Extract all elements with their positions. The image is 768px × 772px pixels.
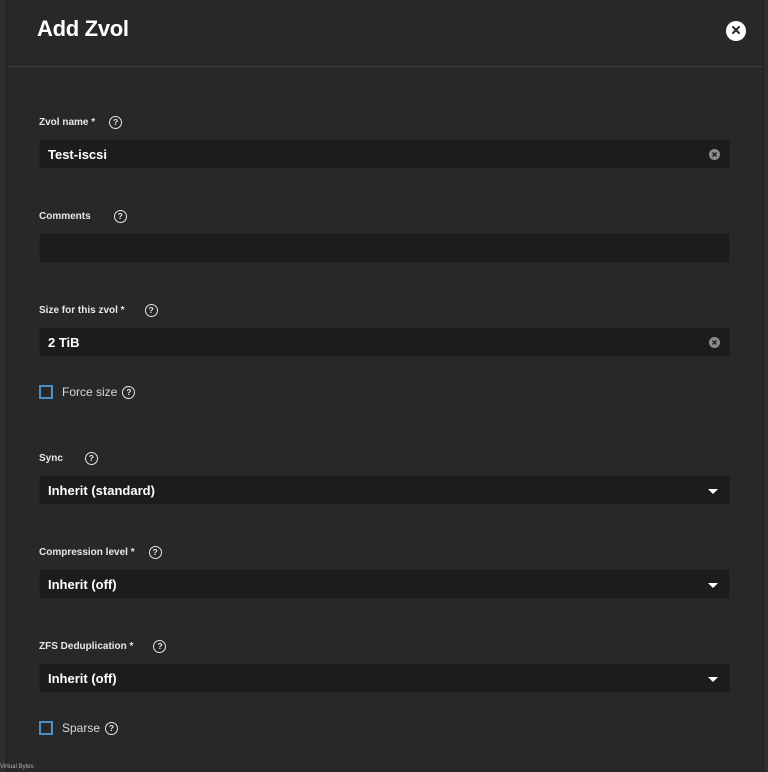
size-label: Size for this zvol * ? xyxy=(39,304,158,317)
close-icon xyxy=(731,22,741,40)
dedup-label-text: ZFS Deduplication * xyxy=(39,641,134,652)
size-value[interactable]: 2 TiB xyxy=(48,335,80,350)
help-icon[interactable]: ? xyxy=(109,116,123,129)
compression-label-text: Compression level * xyxy=(39,547,135,558)
size-label-text: Size for this zvol * xyxy=(39,305,125,316)
clear-icon[interactable] xyxy=(709,337,720,348)
dialog-header: Add Zvol xyxy=(7,0,763,67)
sparse-row: Sparse ? xyxy=(39,721,119,735)
comments-label: Comments ? xyxy=(39,210,127,223)
force-size-checkbox[interactable] xyxy=(39,385,53,399)
force-size-row: Force size ? xyxy=(39,385,136,399)
dedup-label: ZFS Deduplication * ? xyxy=(39,640,167,653)
dialog-title: Add Zvol xyxy=(37,16,129,41)
zvol-name-label: Zvol name * ? xyxy=(39,116,123,129)
compression-label: Compression level * ? xyxy=(39,546,162,559)
clear-icon[interactable] xyxy=(709,149,720,160)
help-icon[interactable]: ? xyxy=(113,210,127,223)
help-icon[interactable]: ? xyxy=(105,721,119,735)
sparse-checkbox[interactable] xyxy=(39,721,53,735)
caret-down-icon xyxy=(708,677,718,682)
sync-label-text: Sync xyxy=(39,453,63,464)
close-dialog-button[interactable] xyxy=(726,21,746,41)
help-icon[interactable]: ? xyxy=(144,304,158,317)
zvol-name-value[interactable]: Test-iscsi xyxy=(48,147,107,162)
help-icon[interactable]: ? xyxy=(84,452,98,465)
caret-down-icon xyxy=(708,583,718,588)
size-input[interactable]: 2 TiB xyxy=(39,327,730,357)
zvol-name-input[interactable]: Test-iscsi xyxy=(39,139,730,169)
sync-label: Sync ? xyxy=(39,452,98,465)
sync-select[interactable]: Inherit (standard) xyxy=(39,475,730,505)
sparse-label[interactable]: Sparse xyxy=(62,721,100,735)
dedup-select[interactable]: Inherit (off) xyxy=(39,663,730,693)
zvol-name-label-text: Zvol name * xyxy=(39,117,96,128)
help-icon[interactable]: ? xyxy=(122,385,136,399)
compression-value[interactable]: Inherit (off) xyxy=(48,577,117,592)
force-size-label[interactable]: Force size xyxy=(62,385,117,399)
compression-select[interactable]: Inherit (off) xyxy=(39,569,730,599)
caret-down-icon xyxy=(708,489,718,494)
comments-input[interactable] xyxy=(39,233,730,263)
comments-label-text: Comments xyxy=(39,211,91,222)
add-zvol-dialog: Add Zvol Zvol name * ? Test-iscsi Commen… xyxy=(6,0,764,772)
help-icon[interactable]: ? xyxy=(153,640,167,653)
sync-value[interactable]: Inherit (standard) xyxy=(48,483,155,498)
help-icon[interactable]: ? xyxy=(148,546,162,559)
footer-label: Virtual Bytes xyxy=(0,764,34,770)
dedup-value[interactable]: Inherit (off) xyxy=(48,671,117,686)
